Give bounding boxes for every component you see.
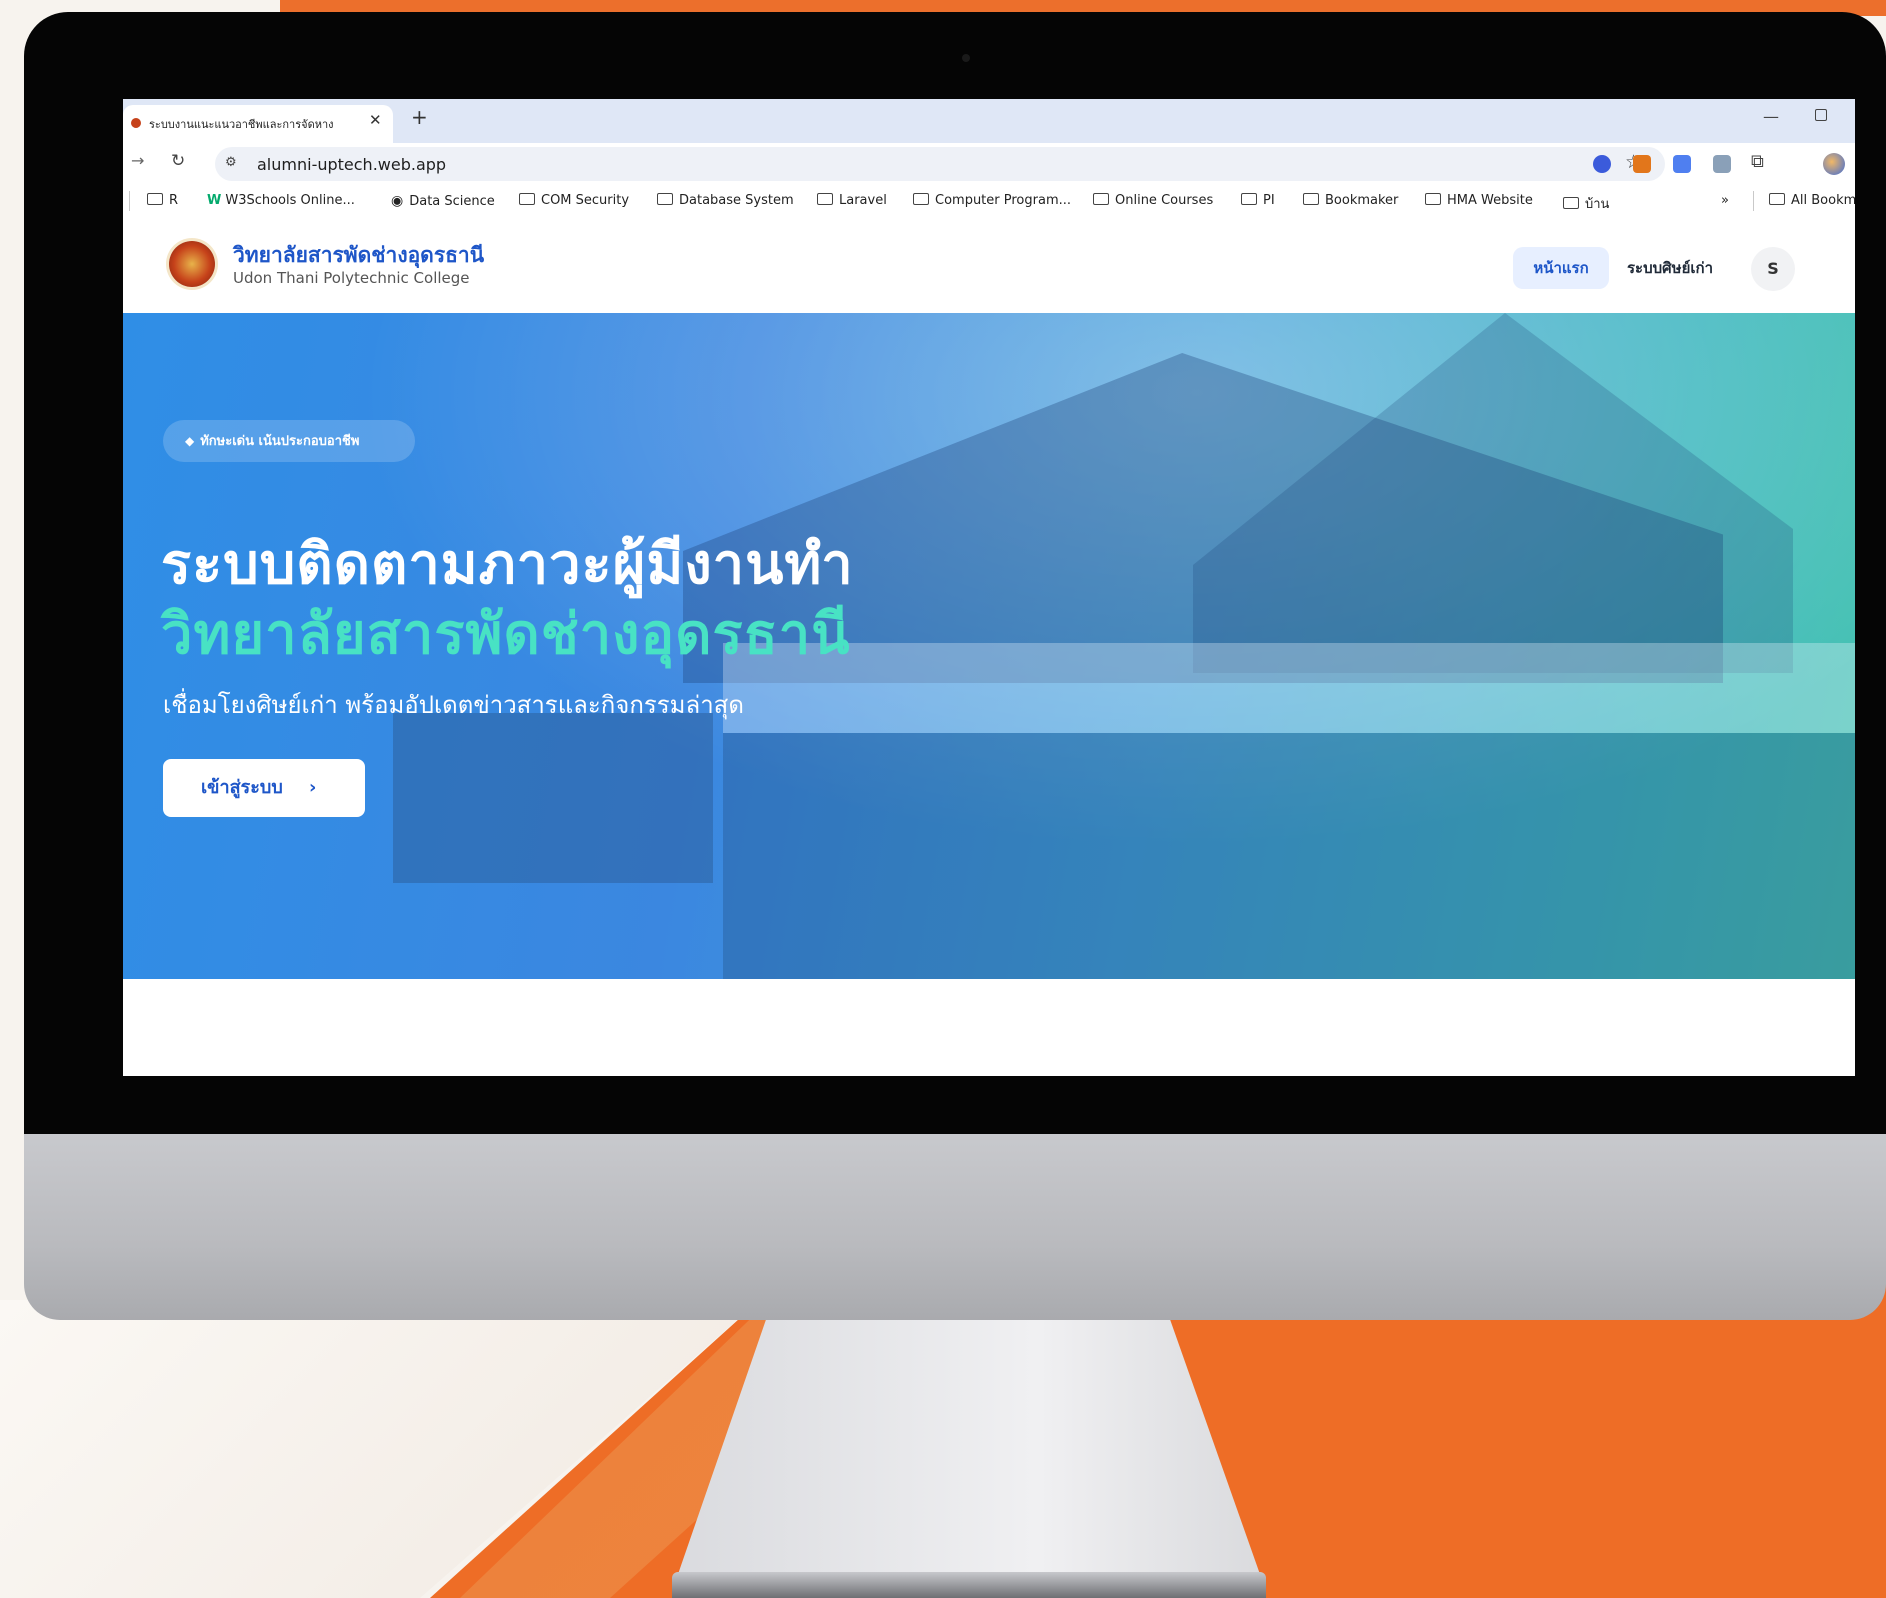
bookmarks-separator [1753, 191, 1754, 211]
tab-favicon-icon [131, 118, 141, 128]
bookmark-label: Data Science [409, 194, 495, 209]
extension-cast-icon[interactable] [1713, 155, 1731, 173]
all-bookmarks-label: All Bookm [1791, 193, 1855, 208]
bookmarks-separator [129, 191, 130, 211]
hero-building-floor [723, 733, 1855, 979]
screen: ระบบงานแนะแนวอาชีพและการจัดหาง ✕ + — → ↻… [123, 99, 1855, 1076]
profile-avatar-icon[interactable] [1823, 153, 1845, 175]
hero-title-line-2: วิทยาลัยสารพัดช่างอุดรธานี [161, 602, 851, 667]
bookmark-label: Bookmaker [1325, 193, 1399, 208]
login-button-label: เข้าสู่ระบบ [201, 777, 283, 798]
brand-name-thai[interactable]: วิทยาลัยสารพัดช่างอุดรธานี [233, 239, 484, 272]
folder-icon [1093, 193, 1109, 205]
bookmark-label: Computer Program... [935, 193, 1072, 208]
brand-name-english: Udon Thani Polytechnic College [233, 269, 470, 287]
folder-icon [1303, 193, 1319, 205]
bookmark-label: W3Schools Online... [225, 193, 355, 208]
bookmark-item[interactable]: Online Courses [1093, 193, 1213, 208]
browser-toolbar: → ↻ ⚙ alumni-uptech.web.app ☆ ⧉ [123, 143, 1855, 185]
bookmark-label: HMA Website [1447, 193, 1533, 208]
hero-badge-label: ทักษะเด่น เน้นประกอบอาชีพ [200, 434, 360, 449]
bookmark-item[interactable]: Bookmaker [1303, 193, 1398, 208]
hero-badge: ◆ ทักษะเด่น เน้นประกอบอาชีพ [163, 420, 415, 462]
site-settings-icon[interactable]: ⚙ [225, 155, 237, 170]
bookmarks-bar: R W W3Schools Online... ◉ Data Science COM… [123, 185, 1855, 218]
user-avatar-button[interactable]: S [1751, 247, 1795, 291]
bookmark-item[interactable]: COM Security [519, 193, 629, 208]
nav-alumni-system-link[interactable]: ระบบศิษย์เก่า [1627, 247, 1713, 289]
window-maximize-icon[interactable] [1815, 109, 1827, 121]
window-minimize-button[interactable]: — [1763, 107, 1779, 126]
bookmark-item[interactable]: บ้าน [1563, 193, 1609, 214]
folder-icon [657, 193, 673, 205]
bookmark-label: Database System [679, 193, 794, 208]
bookmark-item[interactable]: HMA Website [1425, 193, 1533, 208]
address-bar[interactable]: ⚙ alumni-uptech.web.app ☆ [215, 147, 1665, 181]
hero-building-sign [393, 713, 713, 883]
bookmarks-overflow-button[interactable]: » [1721, 193, 1729, 208]
monitor: ระบบงานแนะแนวอาชีพและการจัดหาง ✕ + — → ↻… [24, 12, 1886, 1320]
all-bookmarks-button[interactable]: All Bookm [1769, 193, 1855, 208]
folder-icon [1241, 193, 1257, 205]
bookmark-label: Online Courses [1115, 193, 1214, 208]
extensions-puzzle-icon[interactable]: ⧉ [1751, 151, 1764, 172]
folder-icon [147, 193, 163, 205]
bookmark-item[interactable]: PI [1241, 193, 1275, 208]
bookmark-item[interactable]: Computer Program... [913, 193, 1071, 208]
globe-icon: ◉ [391, 193, 404, 209]
login-button[interactable]: เข้าสู่ระบบ › [163, 759, 365, 817]
w3schools-icon: W [207, 193, 222, 208]
bookmark-item[interactable]: ◉ Data Science [391, 193, 495, 209]
hero-section: ◆ ทักษะเด่น เน้นประกอบอาชีพ ระบบติดตามภาว… [123, 313, 1855, 979]
bookmark-label: บ้าน [1585, 197, 1610, 212]
bookmark-label: R [169, 193, 179, 208]
reload-icon[interactable]: ↻ [171, 151, 185, 171]
folder-icon [913, 193, 929, 205]
hero-subtitle: เชื่อมโยงศิษย์เก่า พร้อมอัปเดตข่าวสารและ… [163, 691, 744, 719]
folder-icon [519, 193, 535, 205]
nav-home-button[interactable]: หน้าแรก [1513, 247, 1609, 289]
extension-metamask-icon[interactable] [1633, 155, 1651, 173]
tab-title: ระบบงานแนะแนวอาชีพและการจัดหาง [149, 118, 334, 131]
extension-zoom-icon[interactable] [1593, 155, 1611, 173]
monitor-chin [24, 1134, 1886, 1320]
url-text[interactable]: alumni-uptech.web.app [257, 155, 446, 174]
college-logo[interactable] [169, 241, 215, 287]
content-area [123, 979, 1855, 1076]
chevron-right-icon: › [309, 777, 317, 798]
folder-icon [1769, 193, 1785, 205]
bookmark-item[interactable]: R [147, 193, 178, 208]
new-tab-button[interactable]: + [411, 105, 428, 129]
folder-icon [817, 193, 833, 205]
site-header: วิทยาลัยสารพัดช่างอุดรธานี Udon Thani Po… [123, 217, 1855, 314]
tab-close-icon[interactable]: ✕ [369, 111, 382, 129]
extension-translate-icon[interactable] [1673, 155, 1691, 173]
bookmark-label: Laravel [839, 193, 887, 208]
folder-icon [1425, 193, 1441, 205]
bookmark-item[interactable]: W W3Schools Online... [207, 193, 355, 208]
bookmark-label: PI [1263, 193, 1275, 208]
bookmark-label: COM Security [541, 193, 630, 208]
graduation-cap-icon: ◆ [185, 434, 195, 448]
camera-dot [962, 54, 970, 62]
browser-tab-bar: ระบบงานแนะแนวอาชีพและการจัดหาง ✕ + — [123, 99, 1855, 143]
folder-icon [1563, 197, 1579, 209]
hero-building-floor [723, 643, 1855, 733]
browser-tab[interactable]: ระบบงานแนะแนวอาชีพและการจัดหาง ✕ [123, 105, 393, 143]
bookmark-item[interactable]: Database System [657, 193, 794, 208]
bookmark-item[interactable]: Laravel [817, 193, 887, 208]
forward-arrow-icon[interactable]: → [131, 151, 144, 170]
